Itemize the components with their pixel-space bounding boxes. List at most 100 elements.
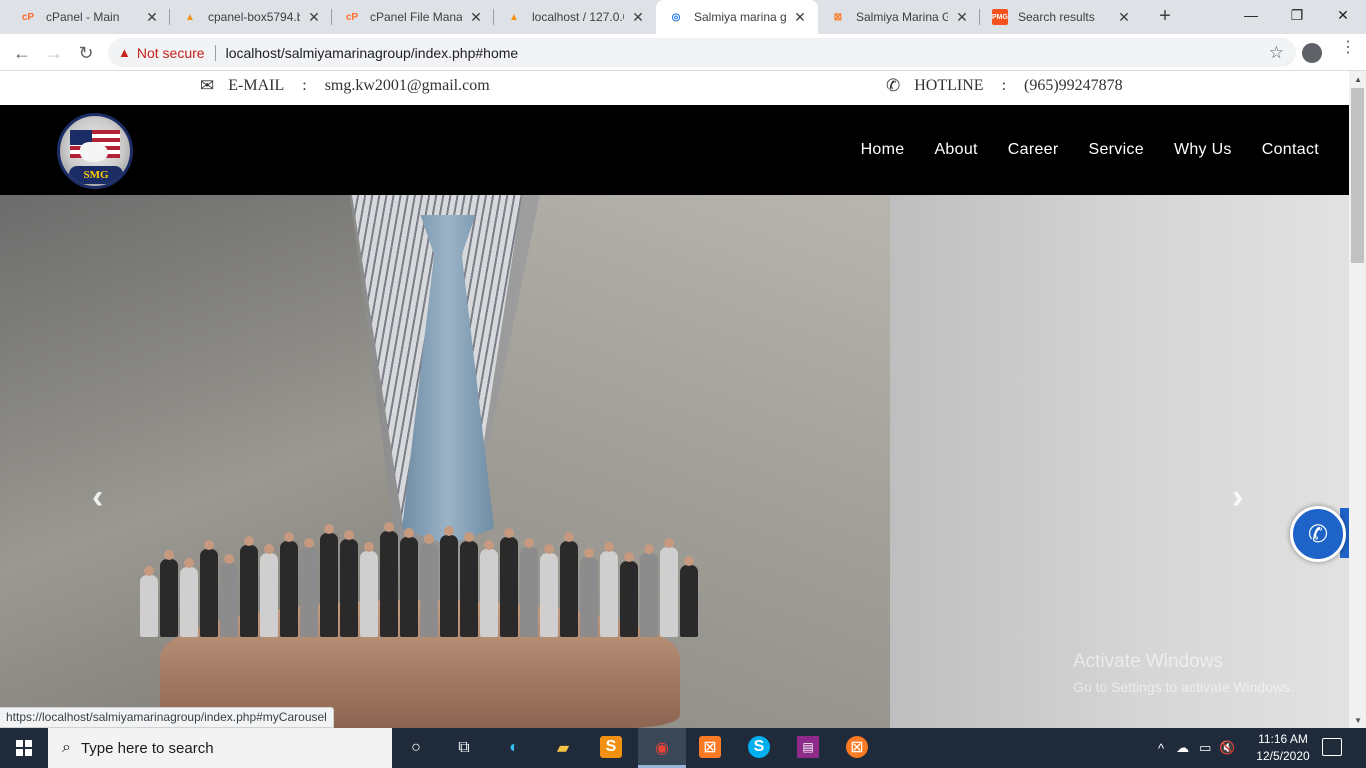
close-icon[interactable]: ✕ [630,9,646,26]
winrar-icon[interactable]: ▤ [797,736,819,758]
browser-toolbar: ← → ↻ ▲ Not secure localhost/salmiyamari… [0,34,1366,71]
sublime-text-icon[interactable]: S [600,736,622,758]
network-icon[interactable]: ▭ [1199,740,1211,756]
eagle-graphic [80,142,108,162]
carousel-next-arrow-icon[interactable]: › [1232,478,1243,517]
site-icon: ◎ [671,11,681,23]
close-icon[interactable]: ✕ [468,9,484,26]
xampp-icon[interactable]: ⊠ [699,736,721,758]
nav-career[interactable]: Career [1008,141,1059,159]
scroll-down-icon[interactable]: ▼ [1354,716,1362,725]
forward-button[interactable]: → [41,40,67,66]
nav-why-us[interactable]: Why Us [1174,141,1232,159]
menu-kebab-icon[interactable]: ⋮ [1340,40,1356,56]
carousel-prev-arrow-icon[interactable]: ‹ [92,478,103,517]
phone-icon: ✆ [1307,520,1329,548]
edge-icon[interactable]: ◐ [502,736,526,760]
windows-taskbar: ⌕ Type here to search ○ ⧉ ◐ ▰ S ◉ ⊠ S ▤ … [0,728,1366,768]
tab-cpanel-main[interactable]: cP cPanel - Main ✕ [8,0,170,34]
chrome-icon[interactable]: ◉ [650,736,674,760]
file-explorer-icon[interactable]: ▰ [551,736,575,760]
browser-tab-strip: cP cPanel - Main ✕ ▲ cpanel-box5794.bl ✕… [0,0,1366,34]
tab-title: cpanel-box5794.bl [208,10,300,24]
skype-icon[interactable]: S [748,736,770,758]
email-label: E-MAIL [228,77,285,94]
hotline-colon: : [1001,77,1007,94]
tab-localhost-phpmyadmin[interactable]: ▲ localhost / 127.0.0 ✕ [494,0,656,34]
email-info: ✉ E-MAIL : smg.kw2001@gmail.com [200,76,490,96]
close-icon[interactable]: ✕ [792,9,808,26]
nav-contact[interactable]: Contact [1262,141,1319,159]
phpmyadmin-icon: ▲ [509,11,519,23]
link-status-bubble: https://localhost/salmiyamarinagroup/ind… [0,707,334,728]
onedrive-cloud-icon[interactable]: ☁ [1176,740,1189,756]
bookmark-star-icon[interactable]: ☆ [1269,43,1284,63]
maximize-button[interactable]: ❐ [1274,0,1320,30]
hotline-number[interactable]: (965)99247878 [1024,77,1123,95]
search-icon: ⌕ [62,739,71,756]
tab-title: Salmiya Marina Gr [856,10,948,24]
email-address[interactable]: smg.kw2001@gmail.com [325,77,490,95]
hotline-info: ✆ HOTLINE : (965)99247878 [886,76,1123,96]
close-icon[interactable]: ✕ [144,9,160,26]
cortana-icon[interactable]: ○ [404,736,428,760]
tab-salmiya-marina-active[interactable]: ◎ Salmiya marina gr ✕ [656,0,818,34]
nav-service[interactable]: Service [1088,141,1143,159]
minimize-button[interactable]: — [1228,0,1274,30]
watermark-title: Activate Windows [1073,651,1223,672]
contact-info-bar: ✉ E-MAIL : smg.kw2001@gmail.com ✆ HOTLIN… [0,71,1349,105]
close-icon[interactable]: ✕ [954,9,970,26]
system-tray: ^ ☁ ▭ 🔇 [1158,728,1236,768]
xampp-control-icon[interactable]: ⊠ [846,736,868,758]
notification-center-icon[interactable] [1322,738,1342,756]
tab-cpanel-file-manager[interactable]: cP cPanel File Manag ✕ [332,0,494,34]
close-icon[interactable]: ✕ [306,9,322,26]
windows-logo-icon [16,740,32,756]
profile-avatar-icon[interactable] [1302,43,1322,63]
tab-title: Salmiya marina gr [694,10,786,24]
tab-search-results[interactable]: PMG Search results ✕ [980,0,1142,34]
url-text[interactable]: localhost/salmiyamarinagroup/index.php#h… [226,45,519,61]
activate-windows-watermark: Activate Windows Go to Settings to activ… [1073,651,1294,695]
tab-title: Search results [1018,10,1095,24]
taskbar-search-box[interactable]: ⌕ Type here to search [48,728,392,768]
reload-button[interactable]: ↻ [73,40,99,66]
tab-title: cPanel File Manag [370,10,462,24]
nav-home[interactable]: Home [861,141,905,159]
tab-cpanel-box[interactable]: ▲ cpanel-box5794.bl ✕ [170,0,332,34]
call-phone-button[interactable]: ✆ [1290,506,1346,562]
security-label[interactable]: Not secure [137,45,205,61]
scroll-up-icon[interactable]: ▲ [1354,75,1362,84]
task-view-icon[interactable]: ⧉ [452,736,476,760]
cpanel-icon: cP [21,11,35,23]
page-scrollbar[interactable]: ▲ ▼ [1349,71,1366,728]
email-colon: : [302,77,307,94]
tab-salmiya-marina-xampp[interactable]: ⊠ Salmiya Marina Gr ✕ [818,0,980,34]
back-button[interactable]: ← [9,40,35,66]
volume-muted-icon[interactable]: 🔇 [1219,740,1235,756]
nav-menu: Home About Career Service Why Us Contact [861,105,1349,195]
address-bar[interactable]: ▲ Not secure localhost/salmiyamarinagrou… [108,38,1296,67]
chevron-up-icon[interactable]: ^ [1158,741,1164,756]
pmg-icon: PMG [992,9,1008,25]
clock-time: 11:16 AM [1258,732,1308,746]
phpmyadmin-icon: ▲ [185,11,195,23]
close-window-button[interactable]: ✕ [1320,0,1366,30]
new-tab-button[interactable]: + [1154,5,1176,28]
start-button[interactable] [0,728,48,768]
taskbar-clock[interactable]: 11:16 AM 12/5/2020 [1256,731,1310,765]
page-viewport: ✉ E-MAIL : smg.kw2001@gmail.com ✆ HOTLIN… [0,71,1366,728]
hero-carousel: ‹ › [0,195,1349,728]
tab-title: localhost / 127.0.0 [532,10,624,24]
tab-title: cPanel - Main [46,10,120,24]
clock-date: 12/5/2020 [1256,749,1310,763]
close-icon[interactable]: ✕ [1116,9,1132,26]
search-placeholder: Type here to search [80,739,214,757]
nav-about[interactable]: About [934,141,977,159]
scrollbar-thumb[interactable] [1351,88,1364,263]
envelope-icon: ✉ [200,76,215,95]
smg-logo[interactable]: SMG [57,113,133,189]
logo-ribbon: SMG [69,166,123,184]
divider [214,44,216,61]
hotline-label: HOTLINE [914,77,984,94]
